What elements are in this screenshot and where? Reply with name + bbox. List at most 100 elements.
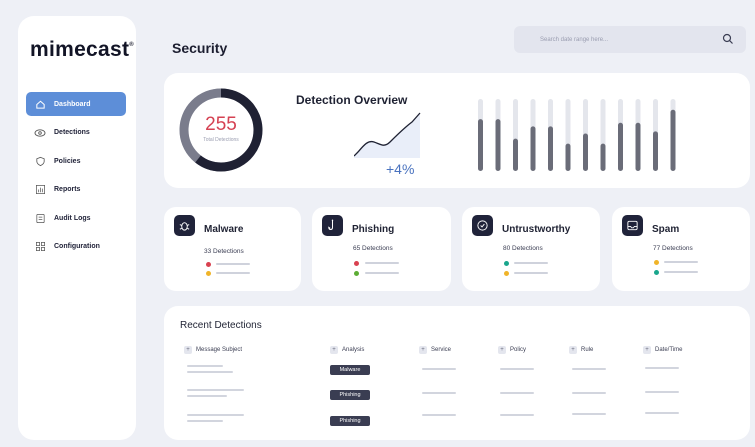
placeholder-line — [216, 272, 250, 274]
placeholder-line — [365, 272, 399, 274]
bar-fill — [600, 143, 606, 171]
sidebar-item-reports[interactable]: Reports — [26, 178, 126, 202]
placeholder-line — [500, 414, 534, 416]
bar-fill — [618, 122, 623, 171]
placeholder-line — [664, 271, 698, 273]
column-header-rule[interactable]: + Rule — [569, 346, 593, 354]
category-name: Untrustworthy — [502, 224, 571, 235]
bar-fill — [653, 131, 658, 171]
category-name: Phishing — [352, 224, 395, 235]
category-count: 80 Detections — [503, 245, 543, 252]
category-name: Malware — [204, 224, 244, 235]
placeholder-line — [572, 392, 606, 394]
badge-icon — [472, 215, 493, 236]
bar-fill — [495, 119, 501, 171]
placeholder-line — [500, 368, 534, 370]
placeholder-line — [645, 391, 679, 393]
sidebar-item-policies[interactable]: Policies — [26, 149, 126, 173]
plus-icon[interactable]: + — [184, 346, 192, 354]
bar-fill — [583, 133, 588, 171]
status-dot — [504, 271, 509, 276]
sidebar-item-label: Dashboard — [54, 100, 91, 108]
page-title: Security — [172, 40, 228, 56]
bug-icon — [174, 215, 195, 236]
column-header-date-time[interactable]: + Date/Time — [643, 346, 682, 354]
bar-fill — [635, 122, 641, 171]
sidebar-item-label: Detections — [54, 129, 90, 136]
bar-chart-icon — [34, 184, 46, 196]
sidebar-item-label: Audit Logs — [54, 214, 91, 222]
column-label: Analysis — [342, 347, 365, 353]
column-label: Date/Time — [655, 347, 683, 353]
placeholder-line — [645, 412, 679, 414]
status-dot — [354, 271, 359, 276]
placeholder-line — [187, 365, 223, 367]
placeholder-line — [187, 395, 227, 397]
column-header-analysis[interactable]: + Analysis — [330, 346, 364, 354]
placeholder-line — [187, 371, 233, 373]
placeholder-line — [422, 392, 456, 394]
placeholder-line — [514, 262, 548, 264]
trend-value: +4% — [386, 161, 415, 177]
home-icon — [34, 98, 46, 110]
analysis-tag: Phishing — [330, 416, 370, 426]
placeholder-line — [500, 392, 534, 394]
eye-icon — [34, 127, 46, 139]
plus-icon[interactable]: + — [419, 346, 427, 354]
column-label: Message Subject — [196, 347, 243, 353]
status-dot — [504, 261, 509, 266]
bar-fill — [548, 126, 553, 171]
column-header-message-subject[interactable]: + Message Subject — [184, 346, 242, 354]
logo-text: mimecast — [30, 38, 130, 61]
category-card-spam[interactable]: Spam 77 Detections — [612, 207, 750, 291]
total-detections-label: Total Detections — [203, 137, 239, 143]
bar-fill — [530, 126, 536, 171]
total-detections-value: 255 — [205, 114, 237, 135]
search-icon[interactable] — [722, 33, 734, 45]
sidebar-item-detections[interactable]: Detections — [26, 121, 126, 145]
category-count: 77 Detections — [653, 245, 693, 252]
column-header-policy[interactable]: + Policy — [498, 346, 526, 354]
detection-bars — [478, 99, 676, 171]
plus-icon[interactable]: + — [569, 346, 577, 354]
status-dot — [206, 271, 211, 276]
sidebar: mimecast® Dashboard Detections Policies … — [18, 16, 136, 440]
sidebar-item-dashboard[interactable]: Dashboard — [26, 92, 126, 116]
plus-icon[interactable]: + — [498, 346, 506, 354]
bar-fill — [513, 138, 518, 171]
placeholder-line — [187, 389, 244, 391]
logo[interactable]: mimecast® — [30, 38, 134, 62]
status-dot — [354, 261, 359, 266]
column-header-service[interactable]: + Service — [419, 346, 451, 354]
category-card-malware[interactable]: Malware 33 Detections — [164, 207, 301, 291]
recent-detections-card: Recent Detections + Message Subject + Anal… — [164, 306, 750, 440]
analysis-tag: Malware — [330, 365, 370, 375]
plus-icon[interactable]: + — [643, 346, 651, 354]
bar-fill — [478, 119, 483, 171]
grid-icon — [34, 241, 46, 253]
recent-detections-title: Recent Detections — [180, 320, 262, 331]
bar-fill — [670, 109, 676, 171]
placeholder-line — [645, 367, 679, 369]
placeholder-line — [187, 414, 244, 416]
sidebar-item-configuration[interactable]: Configuration — [26, 235, 126, 259]
placeholder-line — [422, 414, 456, 416]
document-icon — [34, 212, 46, 224]
placeholder-line — [365, 262, 399, 264]
status-dot — [654, 260, 659, 265]
sidebar-item-audit-logs[interactable]: Audit Logs — [26, 206, 126, 230]
category-card-untrustworthy[interactable]: Untrustworthy 80 Detections — [462, 207, 600, 291]
shield-icon — [34, 155, 46, 167]
category-card-phishing[interactable]: Phishing 65 Detections — [312, 207, 451, 291]
search-input[interactable]: Search date range here... — [514, 26, 746, 53]
plus-icon[interactable]: + — [330, 346, 338, 354]
column-label: Rule — [581, 347, 594, 353]
placeholder-line — [572, 368, 606, 370]
category-name: Spam — [652, 224, 680, 235]
placeholder-line — [216, 263, 250, 265]
sidebar-item-label: Configuration — [54, 243, 100, 250]
placeholder-line — [422, 368, 456, 370]
bar-fill — [565, 143, 571, 171]
category-count: 33 Detections — [204, 248, 244, 255]
search-placeholder: Search date range here... — [540, 36, 609, 43]
